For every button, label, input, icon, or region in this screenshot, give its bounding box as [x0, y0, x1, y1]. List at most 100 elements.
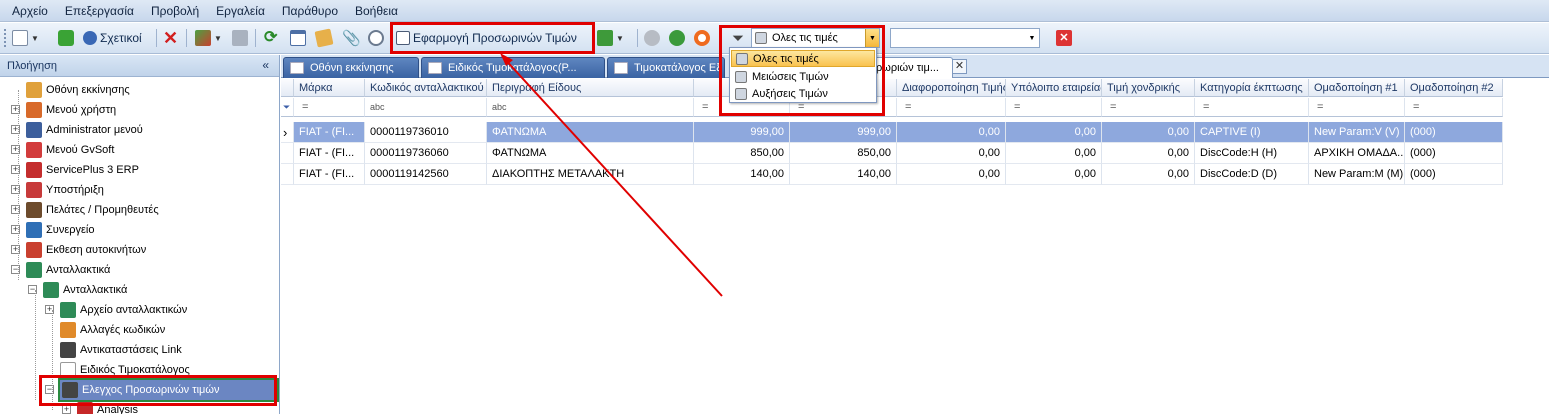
actions-button[interactable]: ▼ — [195, 28, 222, 48]
collapse-panel-button[interactable]: « — [262, 58, 269, 72]
table-cell[interactable]: 0,00 — [1102, 143, 1195, 164]
table-cell[interactable]: 0000119142560 — [365, 164, 487, 185]
menu-window[interactable]: Παράθυρο — [282, 4, 338, 18]
attach-button[interactable]: 📎 — [342, 28, 361, 48]
nav-item[interactable]: Μενού χρήστη — [26, 100, 116, 120]
column-header[interactable]: Κατηγορία έκπτωσης — [1195, 79, 1309, 97]
open-window-button[interactable] — [290, 28, 306, 48]
column-header[interactable]: Τιμή χονδρικής — [1102, 79, 1195, 97]
row-indicator[interactable]: › — [281, 122, 294, 143]
table-cell[interactable]: FIAT - (FI... — [294, 143, 365, 164]
table-cell[interactable]: FIAT - (FI... — [294, 164, 365, 185]
delete-button[interactable]: ✕ — [163, 28, 178, 48]
nav-down-button[interactable] — [669, 28, 685, 48]
table-cell[interactable]: (000) — [1405, 143, 1503, 164]
secondary-select[interactable]: ▼ — [890, 28, 1040, 48]
link-icon — [60, 342, 76, 358]
row-indicator[interactable] — [281, 164, 294, 185]
column-filter-cell[interactable]: = — [1309, 98, 1405, 117]
tab-special-price-list[interactable]: Ειδικός Τιμοκατάλογος(P... — [421, 57, 605, 78]
column-header[interactable]: Ομαδοποίηση #2 — [1405, 79, 1503, 97]
table-cell[interactable]: 0000119736010 — [365, 122, 487, 143]
close-tab-button[interactable]: ✕ — [952, 59, 967, 74]
table-cell[interactable]: (000) — [1405, 164, 1503, 185]
nav-item[interactable]: ServicePlus 3 ERP — [26, 160, 139, 180]
nav-up-button[interactable] — [644, 28, 660, 48]
menu-edit[interactable]: Επεξεργασία — [65, 4, 134, 18]
table-cell[interactable]: ΑΡΧΙΚΗ ΟΜΑΔΑ... — [1309, 143, 1405, 164]
nav-item[interactable]: Ανταλλακτικά — [43, 280, 127, 300]
table-cell[interactable]: New Param:V (V) — [1309, 122, 1405, 143]
table-cell[interactable]: ΦΑΤΝΩΜΑ — [487, 122, 694, 143]
help-button[interactable] — [694, 28, 710, 48]
table-cell[interactable]: New Param:M (M) — [1309, 164, 1405, 185]
tree-expander-icon[interactable]: + — [62, 405, 71, 414]
notes-button[interactable] — [314, 28, 334, 48]
table-cell[interactable]: 0000119736060 — [365, 143, 487, 164]
table-cell[interactable]: 0,00 — [1006, 164, 1102, 185]
table-cell[interactable]: 0,00 — [1102, 164, 1195, 185]
column-filter-cell[interactable]: = — [294, 98, 365, 117]
menu-help[interactable]: Βοήθεια — [355, 4, 398, 18]
column-filter-cell[interactable]: abc — [487, 98, 694, 117]
nav-item[interactable]: Μενού GvSoft — [26, 140, 114, 160]
column-filter-cell[interactable]: = — [1006, 98, 1102, 117]
tab-price-list[interactable]: Τιμοκατάλογος Εξ — [607, 57, 725, 78]
table-cell[interactable]: 0,00 — [897, 143, 1006, 164]
nav-item[interactable]: Αλλαγές κωδικών — [60, 320, 165, 340]
table-cell[interactable]: 0,00 — [1006, 143, 1102, 164]
column-header[interactable]: Ομαδοποίηση #1 — [1309, 79, 1405, 97]
table-cell[interactable]: 850,00 — [790, 143, 897, 164]
table-cell[interactable]: DiscCode:H (H) — [1195, 143, 1309, 164]
column-filter-cell[interactable]: = — [1102, 98, 1195, 117]
table-cell[interactable]: 999,00 — [790, 122, 897, 143]
nav-item[interactable]: Αντικαταστάσεις Link — [60, 340, 182, 360]
table-cell[interactable]: 0,00 — [897, 164, 1006, 185]
refresh-button[interactable]: ⟳ — [264, 28, 277, 48]
table-cell[interactable]: 140,00 — [790, 164, 897, 185]
column-header[interactable]: Κωδικός ανταλλακτικού — [365, 79, 487, 97]
table-cell[interactable]: FIAT - (FI... — [294, 122, 365, 143]
table-cell[interactable]: DiscCode:D (D) — [1195, 164, 1309, 185]
schedule-button[interactable] — [368, 28, 384, 48]
table-cell[interactable]: 850,00 — [694, 143, 790, 164]
tab-home[interactable]: Οθόνη εκκίνησης — [283, 57, 419, 78]
nav-item[interactable]: Ανταλλακτικά — [26, 260, 110, 280]
table-cell[interactable]: 0,00 — [897, 122, 1006, 143]
nav-item[interactable]: Υποστήριξη — [26, 180, 104, 200]
nav-item-label: Administrator μενού — [46, 124, 143, 136]
table-cell[interactable]: 0,00 — [1102, 122, 1195, 143]
menu-tools[interactable]: Εργαλεία — [216, 4, 265, 18]
menu-file[interactable]: Αρχείο — [12, 4, 48, 18]
column-header[interactable]: Περιγραφή Είδους — [487, 79, 694, 97]
nav-item[interactable]: Πελάτες / Προμηθευτές — [26, 200, 159, 220]
column-filter-cell[interactable]: abc — [365, 98, 487, 117]
column-header[interactable]: Διαφοροποίηση Τιμής — [897, 79, 1006, 97]
table-cell[interactable]: 0,00 — [1006, 122, 1102, 143]
table-cell[interactable]: CAPTIVE (I) — [1195, 122, 1309, 143]
table-cell[interactable]: ΔΙΑΚΟΠΤΗΣ ΜΕΤΑΛΑΚΤΗ — [487, 164, 694, 185]
table-cell[interactable]: (000) — [1405, 122, 1503, 143]
export-button[interactable]: ▼ — [597, 28, 624, 48]
new-button[interactable]: ▼ — [12, 28, 39, 48]
nav-item[interactable]: Αρχείο ανταλλακτικών — [60, 300, 187, 320]
close-filter-button[interactable]: ✕ — [1056, 28, 1072, 48]
nav-item[interactable]: Συνεργείο — [26, 220, 94, 240]
column-filter-cell[interactable]: = — [1195, 98, 1309, 117]
related-button[interactable]: Σχετικοί — [83, 28, 142, 48]
nav-item[interactable]: Administrator μενού — [26, 120, 143, 140]
menu-view[interactable]: Προβολή — [151, 4, 199, 18]
row-indicator[interactable] — [281, 143, 294, 164]
table-cell[interactable]: 140,00 — [694, 164, 790, 185]
column-filter-cell[interactable]: = — [1405, 98, 1503, 117]
print-button[interactable] — [232, 28, 248, 48]
nav-item[interactable]: Εκθεση αυτοκινήτων — [26, 240, 146, 260]
add-button[interactable] — [58, 28, 74, 48]
column-filter-cell[interactable]: = — [897, 98, 1006, 117]
column-header[interactable]: Μάρκα — [294, 79, 365, 97]
table-cell[interactable]: ΦΑΤΝΩΜΑ — [487, 143, 694, 164]
column-header[interactable]: Υπόλοιπο εταιρείας — [1006, 79, 1102, 97]
table-cell[interactable]: 999,00 — [694, 122, 790, 143]
nav-item[interactable]: Οθόνη εκκίνησης — [26, 80, 130, 100]
chevron-down-icon[interactable]: ▼ — [1025, 29, 1039, 47]
